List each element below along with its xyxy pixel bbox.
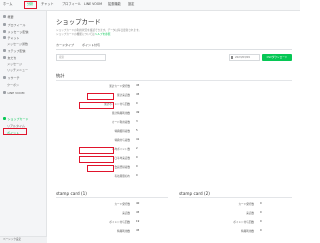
stat-value: 0 <box>136 102 138 105</box>
overview-divider <box>56 80 292 81</box>
page-description-2: ショップカードの機能についてはヘルプを参照 <box>56 33 111 36</box>
tab-extensions[interactable]: 拡張機能 <box>108 2 121 7</box>
stamp-card-2-divider <box>179 197 292 198</box>
stat-label: 特典付与者数 <box>114 139 130 142</box>
csv-download-button[interactable]: CSVダウンロード <box>262 54 292 61</box>
subtab-point-grant[interactable]: ポイント付与 <box>82 43 100 47</box>
user-icon <box>3 23 6 27</box>
subtab-card-type[interactable]: カードタイプ <box>56 43 74 47</box>
highlight-analytics-tab <box>24 1 37 9</box>
sidebar-item-profile[interactable]: プロフィール <box>3 23 25 27</box>
highlight-row-visits <box>87 93 114 100</box>
step-icon <box>3 49 6 53</box>
card1-value: 45 <box>136 229 140 232</box>
stat-value: 3 <box>136 120 138 123</box>
search-input[interactable]: 検索 <box>56 54 106 61</box>
card2-value: 0 <box>260 202 262 205</box>
stat-value: 0 <box>136 174 138 177</box>
sidebar-footer[interactable]: ベーシック設定 <box>0 236 47 243</box>
calendar-icon <box>231 56 234 59</box>
highlight-row-expired <box>87 165 114 172</box>
main-content: ショップカード ショップカードの利用状況を確認できます。データは毎日更新されます… <box>48 11 300 243</box>
sidebar-item-messages[interactable]: メッセージ配信 <box>3 30 28 34</box>
overview-heading: 統計 <box>56 73 65 78</box>
stat-label: カード利用者数 <box>111 121 130 124</box>
stamp-card-1-divider <box>56 197 168 198</box>
stat-value: 0 <box>136 165 138 168</box>
tab-home[interactable]: ホーム <box>3 2 12 7</box>
stat-value: 45 <box>136 84 140 87</box>
research-icon <box>3 76 6 80</box>
highlight-sidebar-item <box>3 128 27 135</box>
card1-label: カード発行数 <box>114 203 130 206</box>
sidebar: 概要 プロフィール メッセージ配信 チャット メッセージ通数 ステップ配信 友だ… <box>0 11 47 243</box>
card2-value: 0 <box>260 211 262 214</box>
subtabs-divider <box>56 48 292 50</box>
stat-label: 特典獲得者数 <box>114 130 130 133</box>
card2-label: ポイント付与回数 <box>233 221 254 224</box>
card2-value: 0 <box>260 229 262 232</box>
sidebar-item-shop-card[interactable]: ショップカード <box>3 117 29 121</box>
stamp-card-1-heading: stamp card (1) <box>56 191 87 196</box>
tab-chat[interactable]: チャット <box>41 2 54 7</box>
card1-value: 40 <box>136 202 140 205</box>
voom-icon <box>3 91 6 95</box>
card2-label: カード発行数 <box>238 203 254 206</box>
card2-label: 来店数 <box>246 212 254 215</box>
stat-label: 平均ポイント数 <box>111 148 130 151</box>
sidebar-item-overview[interactable]: 概要 <box>3 15 14 19</box>
card1-label: ポイント付与回数 <box>109 221 130 224</box>
sidebar-item-message-sub[interactable]: メッセージ <box>7 62 22 66</box>
stat-label: 1日平均来店数 <box>112 157 130 160</box>
tab-settings[interactable]: 設定 <box>128 2 134 7</box>
sidebar-item-rich-menu[interactable]: リッチメニュー <box>7 68 28 72</box>
stat-value: 41 <box>136 138 140 141</box>
tab-profile[interactable]: プロフィール <box>62 2 81 7</box>
card2-label: 特典利用数 <box>241 230 254 233</box>
sidebar-item-message-count[interactable]: メッセージ通数 <box>7 42 28 46</box>
page-title: ショップカード <box>56 18 101 26</box>
sidebar-item-chat[interactable]: チャット <box>3 36 19 40</box>
highlight-row-daily <box>79 147 114 154</box>
chart-icon <box>3 15 6 19</box>
stat-label: 累計特典利用数 <box>111 112 130 115</box>
stat-value: 45 <box>136 93 140 96</box>
date-picker[interactable]: 2023/03/09 <box>229 54 260 61</box>
friends-icon <box>3 56 6 60</box>
stat-value: 5 <box>136 129 138 132</box>
card1-value: 45 <box>136 211 140 214</box>
sidebar-item-step[interactable]: ステップ配信 <box>3 49 26 53</box>
message-icon <box>3 30 6 34</box>
card1-label: 来店数 <box>122 212 130 215</box>
highlight-row-members <box>79 156 114 163</box>
stat-value: 0 <box>136 156 138 159</box>
sidebar-item-line-voom[interactable]: LINE VOOM <box>3 91 24 95</box>
stat-label: 累計カード発行数 <box>109 85 130 88</box>
sidebar-item-coupon[interactable]: クーポン <box>7 83 19 87</box>
stat-value: 49 <box>136 111 140 114</box>
top-navigation: ホーム 分析 チャット プロフィール LINE VOOM 拡張機能 設定 <box>0 0 300 11</box>
card1-value: 19 <box>136 220 140 223</box>
tab-line-voom[interactable]: LINE VOOM <box>84 2 102 7</box>
card2-value: 0 <box>260 220 262 223</box>
card1-label: 特典利用数 <box>117 230 130 233</box>
help-link[interactable]: ヘルプを参照 <box>95 33 111 36</box>
stamp-card-2-heading: stamp card (2) <box>179 191 210 196</box>
stat-label: 有効期限切れ <box>114 175 130 178</box>
stat-label: 累計来店数 <box>117 94 130 97</box>
stat-label: 会員登録者数 <box>114 166 130 169</box>
sidebar-item-research[interactable]: リサーチ <box>3 76 20 80</box>
chat-icon <box>3 36 6 40</box>
stat-value: 2 <box>136 147 138 150</box>
card-icon <box>3 117 6 121</box>
highlight-row-points <box>79 102 114 109</box>
sidebar-item-friends[interactable]: 友だち <box>3 56 17 60</box>
